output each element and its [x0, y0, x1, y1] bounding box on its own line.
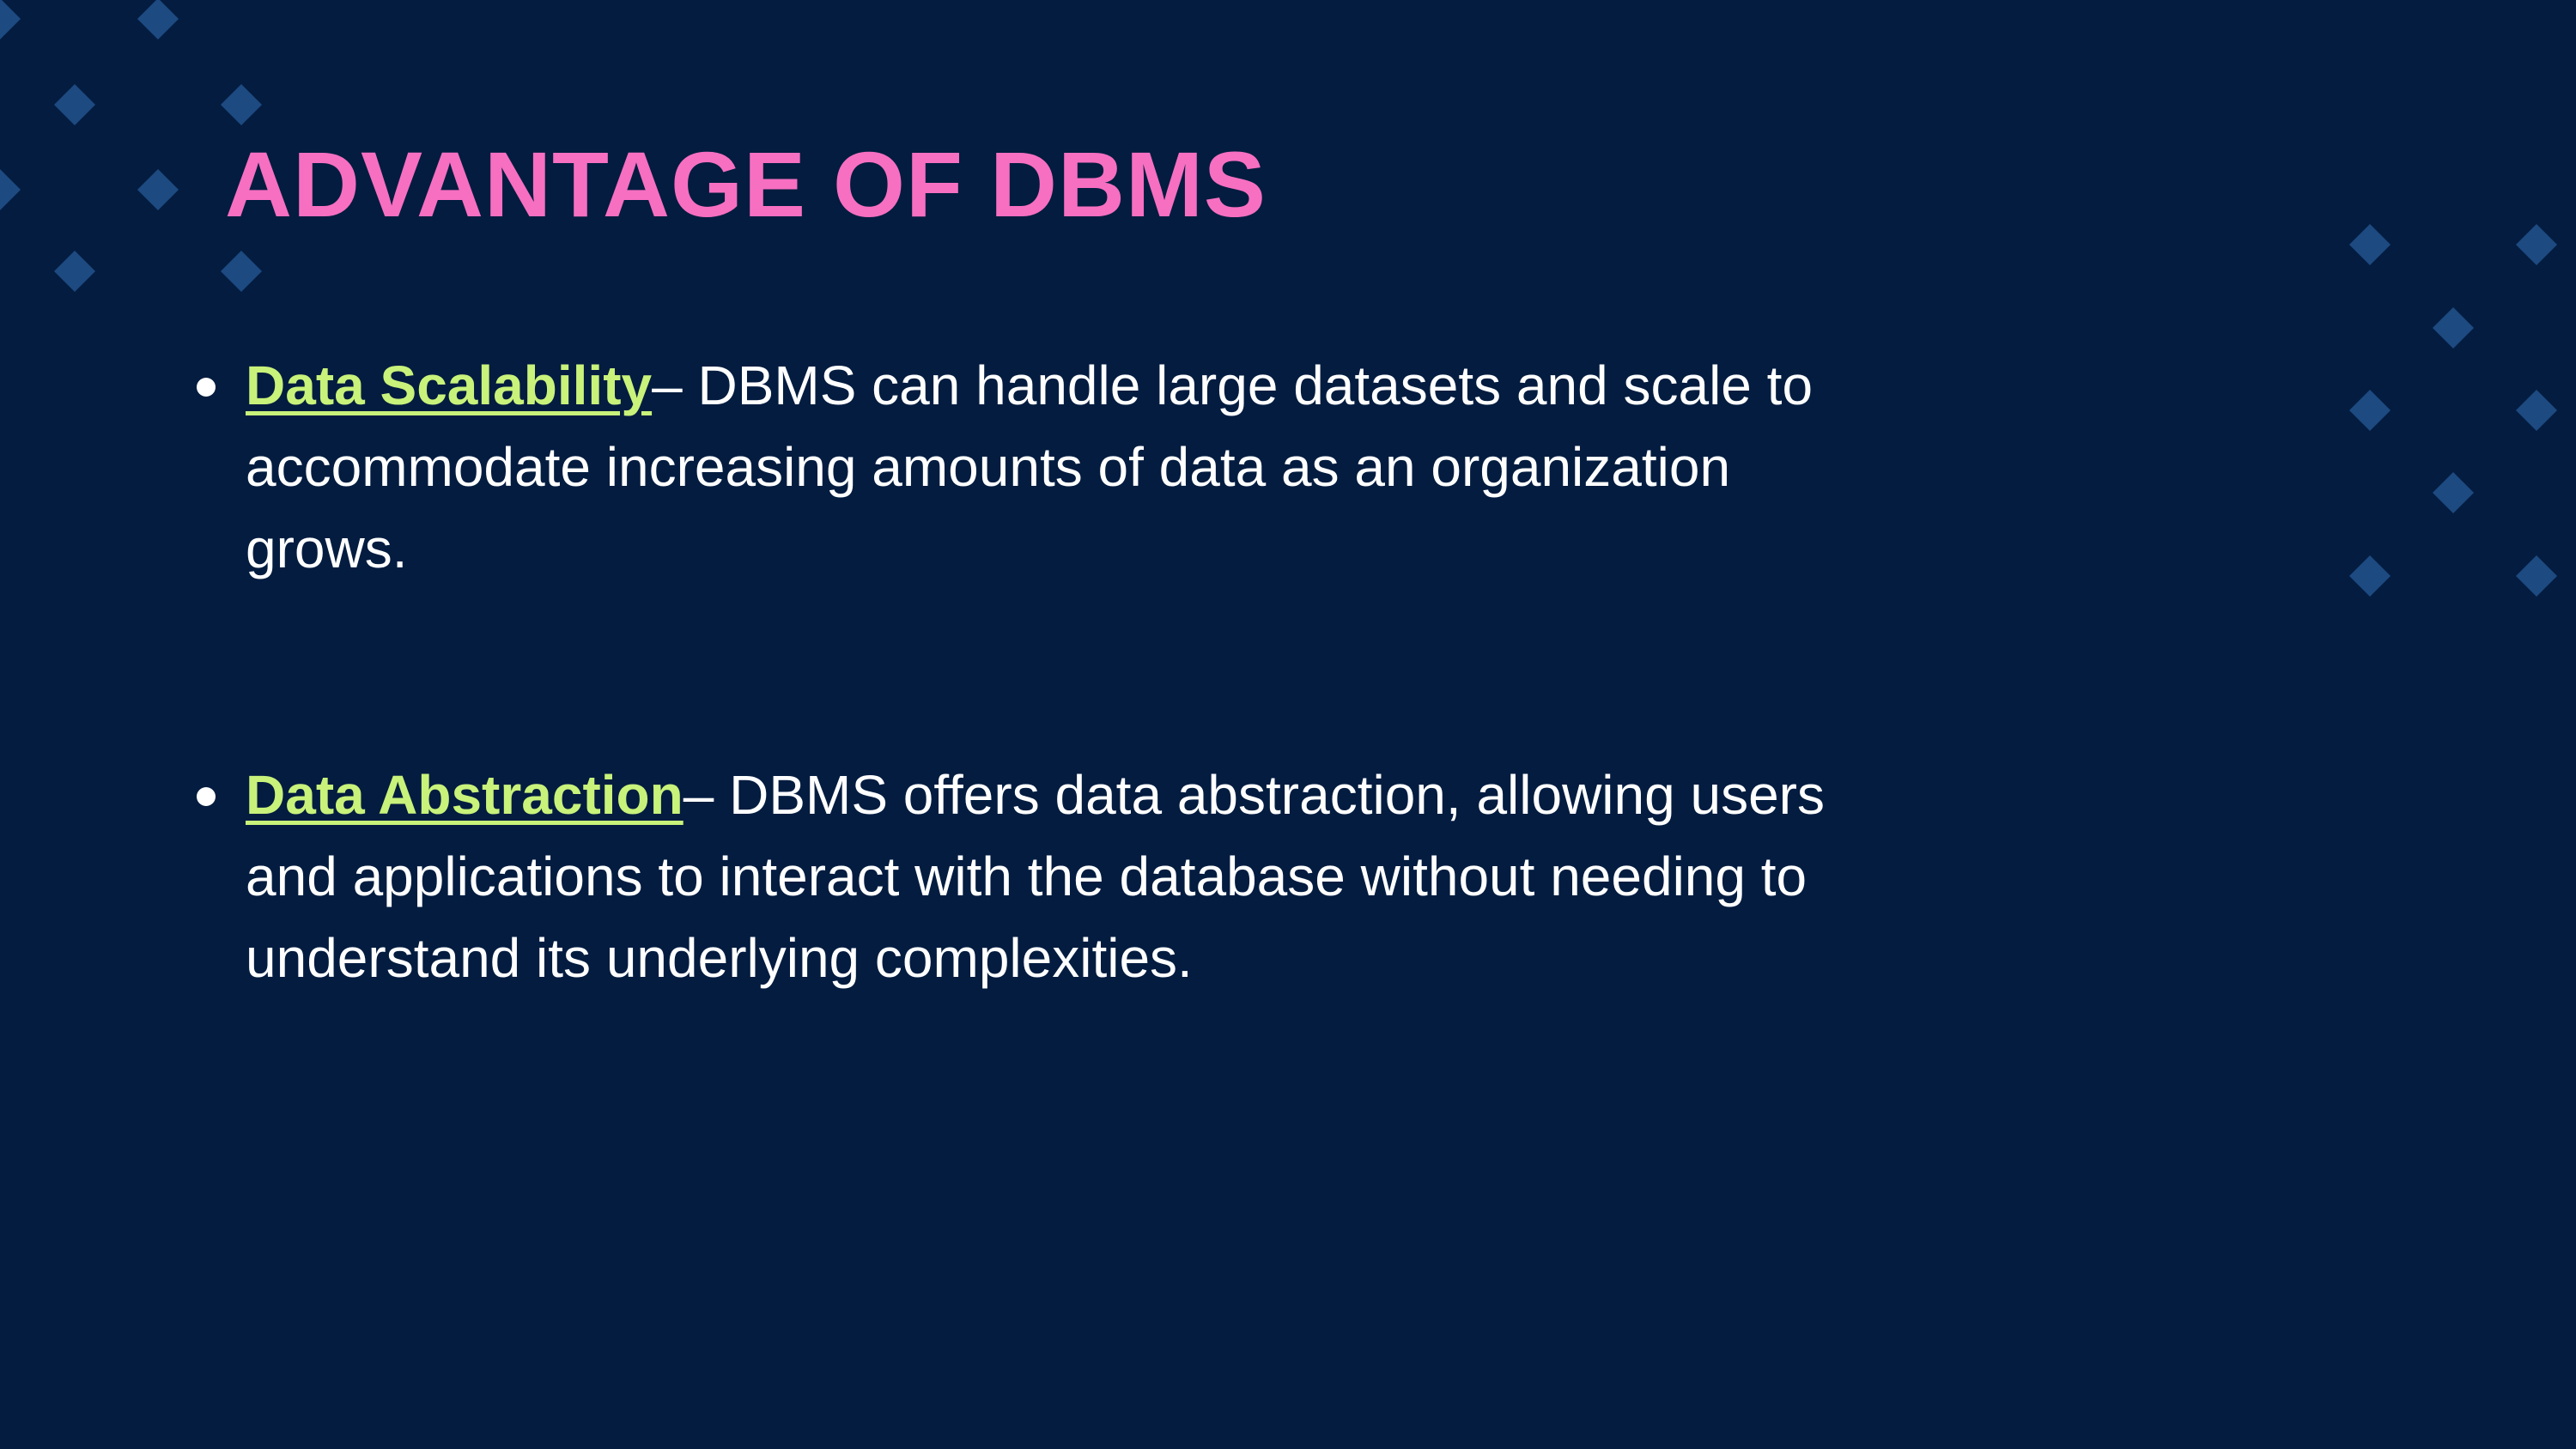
diamond-icon	[220, 250, 263, 293]
diamond-icon	[2348, 223, 2391, 266]
diamond-icon	[137, 0, 179, 40]
diamond-icon	[53, 83, 96, 126]
diamond-icon	[220, 83, 263, 126]
diamond-icon	[2515, 555, 2558, 597]
diamond-icon	[53, 250, 96, 293]
diamond-icon	[0, 0, 21, 40]
diamond-icon	[2432, 471, 2475, 514]
bullet-dot-icon	[197, 378, 216, 397]
bullet-item-data-scalability: Data Scalability– DBMS can handle large …	[197, 345, 1860, 590]
bullet-item-data-abstraction: Data Abstraction– DBMS offers data abstr…	[197, 755, 1860, 999]
slide-title: ADVANTAGE OF DBMS	[225, 132, 1267, 236]
slide: ADVANTAGE OF DBMS Data Scalability– DBMS…	[0, 0, 2576, 1449]
diamond-icon	[0, 168, 21, 211]
term-link-data-scalability[interactable]: Data Scalability	[246, 355, 652, 416]
diamond-icon	[2432, 306, 2475, 349]
diamond-icon	[2348, 555, 2391, 597]
diamond-icon	[2515, 223, 2558, 266]
diamond-icon	[2348, 389, 2391, 432]
bullet-dot-icon	[197, 787, 216, 806]
diamond-icon	[137, 168, 179, 211]
term-link-data-abstraction[interactable]: Data Abstraction	[246, 764, 683, 826]
diamond-icon	[2515, 389, 2558, 432]
